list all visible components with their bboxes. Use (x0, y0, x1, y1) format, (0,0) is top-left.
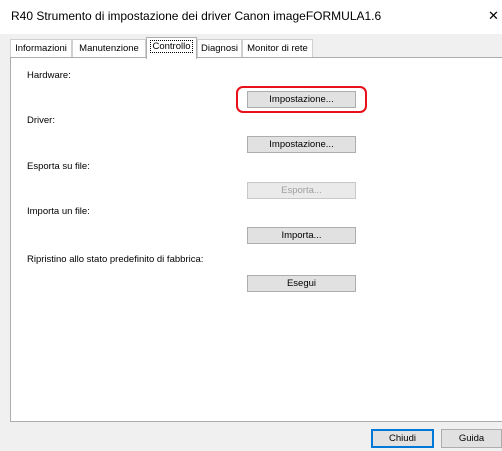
help-button[interactable]: Guida (441, 429, 502, 448)
tab-monitor-di-rete[interactable]: Monitor di rete (242, 39, 313, 57)
import-button[interactable]: Importa... (247, 227, 356, 244)
reset-execute-button[interactable]: Esegui (247, 275, 356, 292)
window-title: R40 Strumento di impostazione dei driver… (11, 9, 382, 23)
tab-informazioni[interactable]: Informazioni (10, 39, 72, 57)
dialog-window: R40 Strumento di impostazione dei driver… (0, 0, 502, 451)
driver-settings-button[interactable]: Impostazione... (247, 136, 356, 153)
tab-label: Informazioni (15, 43, 67, 54)
export-label: Esporta su file: (27, 161, 90, 172)
driver-label: Driver: (27, 115, 55, 126)
tab-label: Controllo (150, 40, 193, 53)
tab-diagnosi[interactable]: Diagnosi (197, 39, 242, 57)
import-label: Importa un file: (27, 206, 90, 217)
tab-label: Monitor di rete (247, 43, 308, 54)
tab-label: Manutenzione (79, 43, 139, 54)
hardware-settings-button[interactable]: Impostazione... (247, 91, 356, 108)
close-icon[interactable]: ✕ (488, 5, 502, 27)
reset-label: Ripristino allo stato predefinito di fab… (27, 254, 204, 265)
tab-strip: Informazioni Manutenzione Controllo Diag… (10, 37, 502, 59)
close-button[interactable]: Chiudi (371, 429, 434, 448)
tab-label: Diagnosi (201, 43, 238, 54)
tab-controllo[interactable]: Controllo (146, 37, 197, 59)
tab-manutenzione[interactable]: Manutenzione (72, 39, 146, 57)
export-button: Esporta... (247, 182, 356, 199)
title-bar: R40 Strumento di impostazione dei driver… (0, 0, 502, 34)
hardware-label: Hardware: (27, 70, 71, 81)
